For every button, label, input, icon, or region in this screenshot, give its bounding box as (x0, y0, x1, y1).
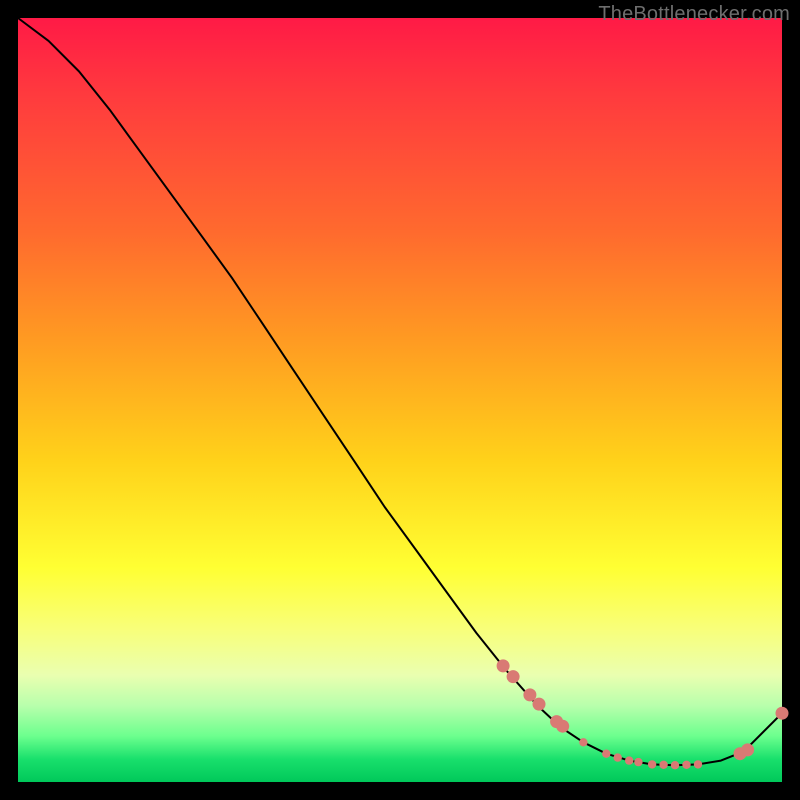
curve-layer (18, 18, 782, 765)
curve-svg (18, 18, 782, 782)
highlight-dot (682, 761, 690, 769)
highlight-dot (659, 761, 667, 769)
highlight-dot (614, 753, 622, 761)
highlight-dot (634, 758, 642, 766)
highlight-dot (671, 761, 679, 769)
highlight-dot (507, 670, 520, 683)
highlight-dot (497, 659, 510, 672)
plot-area (18, 18, 782, 782)
highlight-dot (741, 743, 754, 756)
chart-frame: TheBottlenecker.com (0, 0, 800, 800)
bottleneck-curve (18, 18, 782, 765)
highlight-dot (625, 756, 633, 764)
highlight-dot (694, 760, 702, 768)
highlight-dots-layer (497, 659, 789, 769)
watermark-text: TheBottlenecker.com (598, 3, 790, 26)
highlight-dot (556, 720, 569, 733)
highlight-dot (776, 707, 789, 720)
highlight-dot (579, 738, 587, 746)
highlight-dot (523, 688, 536, 701)
highlight-dot (602, 750, 610, 758)
highlight-dot (533, 698, 546, 711)
highlight-dot (648, 760, 656, 768)
